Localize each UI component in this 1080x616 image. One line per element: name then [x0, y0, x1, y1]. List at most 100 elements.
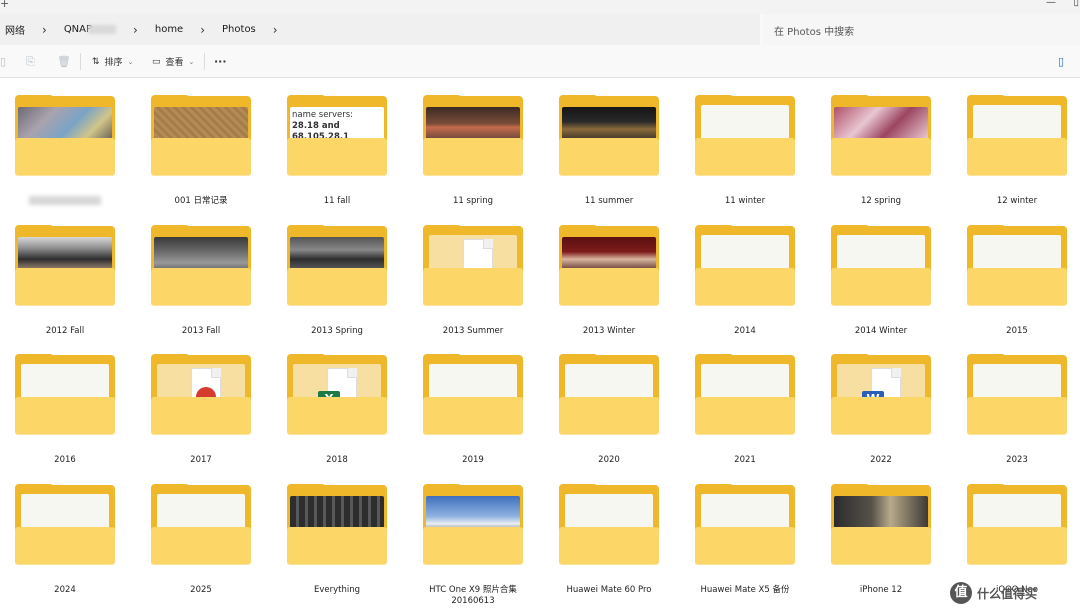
folder-name: 2025	[190, 585, 212, 595]
copy-icon[interactable]: ▯	[0, 45, 6, 78]
folder-name: 11 winter	[724, 196, 766, 206]
folder-item[interactable]: 2013 Winter	[544, 208, 680, 338]
folder-item[interactable]: 2021	[680, 337, 816, 467]
folder-icon	[559, 225, 659, 306]
folder-item[interactable]: 12 winter	[952, 78, 1080, 208]
folder-icon	[831, 95, 931, 176]
new-tab-icon[interactable]: +	[0, 0, 9, 10]
folder-item[interactable]: 11 spring	[408, 78, 544, 208]
chevron-down-icon: ⌄	[127, 57, 134, 66]
folder-item[interactable]: 2024	[0, 467, 136, 597]
delete-icon[interactable]: 🗑	[57, 45, 71, 78]
folder-item[interactable]: 2012 Fall	[0, 208, 136, 338]
folder-icon: X	[287, 354, 387, 435]
folder-item[interactable]: 2014	[680, 208, 816, 338]
folder-item[interactable]: Everything	[272, 467, 408, 597]
folder-icon	[423, 95, 523, 176]
watermark-text: 什么值得买	[977, 587, 1038, 601]
folder-item[interactable]: 001 日常记录	[136, 78, 272, 208]
window-controls[interactable]: —	[1046, 0, 1058, 8]
folder-icon	[151, 95, 251, 176]
folder-item[interactable]: HTC One X9 照片合集 20160613	[408, 467, 544, 606]
redacted-blur	[88, 24, 117, 34]
folder-item[interactable]: iQOO Neo	[952, 467, 1080, 597]
file-grid: 001 日常记录 name servers: 28.18 and 68.105.28…	[0, 78, 1080, 616]
folder-item[interactable]: Huawei Mate 60 Pro	[544, 467, 680, 597]
folder-item[interactable]: 2019	[408, 337, 544, 467]
folder-item[interactable]: 2015	[952, 208, 1080, 338]
folder-icon	[967, 354, 1067, 435]
sort-icon: ⇅	[92, 56, 100, 67]
folder-icon	[15, 95, 115, 176]
chevron-right-icon: ›	[42, 22, 47, 37]
view-label: 查看	[165, 58, 184, 68]
folder-icon	[695, 225, 795, 306]
folder-item[interactable]	[0, 78, 136, 208]
folder-name: 2012 Fall	[45, 326, 85, 336]
breadcrumb-network[interactable]: 网络	[0, 22, 30, 37]
folder-icon: W	[831, 354, 931, 435]
folder-item[interactable]: 12 spring	[816, 78, 952, 208]
folder-name: 2013 Summer	[442, 326, 504, 336]
folder-icon	[151, 225, 251, 306]
folder-item[interactable]: 2013 Spring	[272, 208, 408, 338]
folder-item[interactable]: 11 summer	[544, 78, 680, 208]
folder-icon: name servers: 28.18 and 68.105.28.1	[287, 95, 387, 176]
folder-item[interactable]: 11 winter	[680, 78, 816, 208]
folder-name: 2020	[598, 455, 620, 465]
address-bar: 网络 › QNAP › home › Photos › 在 Photos 中搜索	[0, 14, 1080, 45]
details-pane-icon[interactable]: ▯	[1058, 45, 1064, 78]
folder-name: Huawei Mate 60 Pro	[566, 585, 652, 595]
folder-item[interactable]: iPhone 12	[816, 467, 952, 597]
folder-item[interactable]: W 2022	[816, 337, 952, 467]
folder-icon	[15, 225, 115, 306]
chevron-right-icon: ›	[133, 22, 138, 37]
folder-name: 2013 Fall	[181, 326, 221, 336]
folder-item[interactable]: 2014 Winter	[816, 208, 952, 338]
folder-item[interactable]: X 2018	[272, 337, 408, 467]
folder-icon	[423, 354, 523, 435]
breadcrumb-home[interactable]: home	[150, 24, 188, 35]
folder-icon	[695, 354, 795, 435]
folder-icon	[695, 484, 795, 565]
folder-icon	[967, 95, 1067, 176]
breadcrumb-qnap[interactable]: QNAP	[59, 24, 121, 35]
command-bar: ▯ ⎘ 🗑 ⇅ 排序 ⌄ ▭ 查看 ⌄ ··· ▯	[0, 45, 1080, 78]
folder-name: HTC One X9 照片合集 20160613	[429, 585, 517, 606]
folder-item[interactable]: name servers: 28.18 and 68.105.28.1 11 fal…	[272, 78, 408, 208]
breadcrumb[interactable]: 网络 › QNAP › home › Photos ›	[0, 14, 760, 45]
folder-item[interactable]: 2023	[952, 337, 1080, 467]
folder-name: 11 spring	[453, 196, 493, 206]
folder-item[interactable]: 2016	[0, 337, 136, 467]
folder-icon	[151, 484, 251, 565]
folder-icon	[559, 95, 659, 176]
watermark: 值 什么值得买	[950, 580, 1080, 608]
chevron-right-icon: ›	[200, 22, 206, 37]
folder-name: 11 summer	[584, 196, 634, 206]
folder-icon	[831, 225, 931, 306]
chevron-right-icon[interactable]: ›	[261, 23, 290, 37]
folder-item[interactable]: 2025	[136, 467, 272, 597]
folder-item[interactable]: 2013 Summer	[408, 208, 544, 338]
folder-name: Everything	[313, 585, 361, 595]
breadcrumb-photos[interactable]: Photos	[217, 24, 261, 35]
redacted-blur	[29, 196, 101, 205]
folder-item[interactable]: Huawei Mate X5 备份	[680, 467, 816, 597]
folder-name: 2019	[462, 455, 484, 465]
toolbar-divider	[204, 53, 205, 70]
share-icon[interactable]: ⎘	[26, 45, 35, 78]
view-icon: ▭	[152, 56, 161, 67]
folder-icon	[559, 484, 659, 565]
folder-name: 11 fall	[323, 196, 351, 206]
folder-icon	[423, 484, 523, 565]
view-button[interactable]: ▭ 查看 ⌄	[152, 45, 194, 78]
folder-item[interactable]: 2020	[544, 337, 680, 467]
more-options-button[interactable]: ···	[214, 45, 227, 78]
folder-icon	[695, 95, 795, 176]
window-controls-extra-icon[interactable]: ▯	[1073, 0, 1079, 8]
folder-icon	[287, 225, 387, 306]
folder-item[interactable]: 2013 Fall	[136, 208, 272, 338]
search-input[interactable]: 在 Photos 中搜索	[763, 14, 1080, 45]
folder-item[interactable]: 2017	[136, 337, 272, 467]
sort-button[interactable]: ⇅ 排序 ⌄	[92, 45, 133, 78]
